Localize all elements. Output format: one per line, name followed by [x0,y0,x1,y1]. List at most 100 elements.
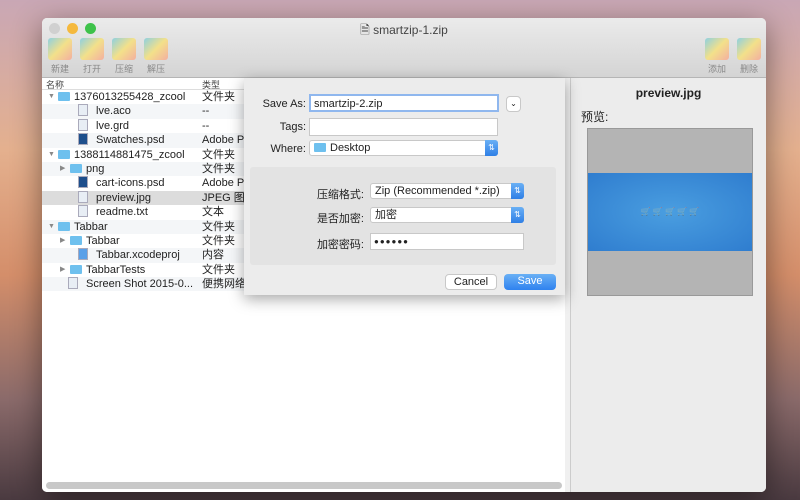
type-cell: 文件夹 [202,148,235,161]
type-cell: 文件夹 [202,234,235,247]
file-name: png [86,162,105,175]
open-archive-icon [80,38,104,60]
expand-dialog-button[interactable]: ⌄ [506,96,521,112]
file-name: readme.txt [96,206,148,219]
stepper-icon: ⇅ [511,207,524,223]
name-cell: png [70,162,104,176]
where-select[interactable]: Desktop ⇅ [309,140,498,156]
toolbar-button-delete[interactable]: 删除 [736,38,762,75]
folder-icon [58,149,70,159]
tags-input[interactable] [309,118,498,136]
compress-icon [112,38,136,60]
disclosure-closed-icon[interactable]: ▶ [60,263,65,277]
type-cell: 内容 [202,249,224,262]
encrypt-value: 加密 [375,209,397,221]
save-dialog: Save As: smartzip-2.zip ⌄ Tags: Where: D… [244,78,565,295]
file-name: 1388114881475_zcool [74,148,185,161]
file-icon [78,248,88,261]
name-cell: Swatches.psd [78,133,164,147]
file-name: Tabbar [74,220,108,233]
type-cell: 文件夹 [202,91,235,103]
type-cell: 文件夹 [202,162,235,175]
disclosure-open-icon[interactable]: ▼ [48,220,55,234]
tags-label: Tags: [279,121,306,133]
name-cell: readme.txt [78,205,148,219]
file-name: lve.aco [96,105,131,118]
folder-icon [314,143,326,152]
file-name: Tabbar [86,234,120,247]
name-cell: 1388114881475_zcool [58,148,185,162]
toolbar-button-label: 打开 [82,64,101,74]
window-title-text: smartzip-1.zip [373,23,448,37]
toolbar-button-extract[interactable]: 解压 [143,38,169,75]
toolbar-button-label: 解压 [146,64,165,74]
file-icon [68,277,78,290]
encrypt-select[interactable]: 加密 ⇅ [370,207,524,223]
disclosure-open-icon[interactable]: ▼ [48,90,55,104]
preview-label: 预览: [581,110,609,124]
name-cell: lve.aco [78,104,131,118]
disclosure-closed-icon[interactable]: ▶ [60,234,65,248]
name-cell: cart-icons.psd [78,176,164,190]
type-cell: 文件夹 [202,263,235,276]
name-cell: lve.grd [78,118,129,133]
file-icon [78,190,88,203]
type-cell: Adobe Pl [202,177,247,190]
name-cell: Tabbar [70,234,120,248]
new-archive-icon [48,38,72,60]
cancel-button[interactable]: Cancel [445,274,497,290]
preview-image: 🛒 🛒 🛒 🛒 🛒 [587,128,753,296]
delete-icon [737,38,761,60]
type-cell: Adobe Pl [202,134,247,147]
where-value: Desktop [330,142,371,154]
toolbar-button-compress[interactable]: 压缩 [111,38,137,75]
folder-icon [70,264,82,274]
file-icon [78,104,88,117]
format-label: 压缩格式: [316,189,364,201]
name-cell: TabbarTests [70,263,145,277]
format-value: Zip (Recommended *.zip) [375,185,500,197]
file-icon [78,176,88,189]
file-name: cart-icons.psd [96,177,165,190]
preview-panel: preview.jpg 预览: 🛒 🛒 🛒 🛒 🛒 [570,78,766,492]
toolbar-button-label: 删除 [739,64,758,74]
folder-icon [58,92,70,101]
toolbar-button-label: 添加 [707,64,726,74]
name-cell: Tabbar.xcodeproj [78,248,180,262]
file-name: Screen Shot 2015-0... [86,278,194,291]
folder-icon [70,163,82,173]
toolbar-button-label: 压缩 [114,64,133,74]
type-cell: 文件夹 [202,220,235,233]
save-as-label: Save As: [262,98,306,110]
disclosure-closed-icon[interactable]: ▶ [60,162,65,176]
toolbar-button-label: 新建 [50,64,69,74]
name-cell: Tabbar [58,220,108,234]
file-name: Tabbar.xcodeproj [96,249,180,262]
folder-icon [58,221,70,231]
stepper-icon: ⇅ [485,140,498,156]
cart-icons-image: 🛒 🛒 🛒 🛒 🛒 [588,173,752,251]
format-select[interactable]: Zip (Recommended *.zip) ⇅ [370,183,524,199]
folder-icon [70,235,82,245]
toolbar-button-new-archive[interactable]: 新建 [47,38,73,75]
file-name: 1376013255428_zcool [74,91,186,103]
type-cell: -- [202,105,210,118]
password-label: 加密密码: [316,239,364,251]
stepper-icon: ⇅ [511,183,524,199]
toolbar-button-add[interactable]: 添加 [704,38,730,75]
toolbar-button-open-archive[interactable]: 打开 [79,38,105,75]
file-icon [78,205,88,218]
save-as-input[interactable]: smartzip-2.zip [309,94,499,112]
type-cell: 文本 [202,206,224,219]
file-name: TabbarTests [86,263,146,276]
file-name: preview.jpg [96,191,152,204]
where-label: Where: [270,143,306,155]
preview-filename: preview.jpg [635,86,702,100]
password-input[interactable]: ●●●●●● [370,233,524,250]
horizontal-scrollbar[interactable] [46,482,562,489]
disclosure-open-icon[interactable]: ▼ [48,148,55,162]
file-icon [78,118,88,131]
add-icon [705,38,729,60]
file-icon [78,133,88,146]
save-button[interactable]: Save [504,274,556,290]
